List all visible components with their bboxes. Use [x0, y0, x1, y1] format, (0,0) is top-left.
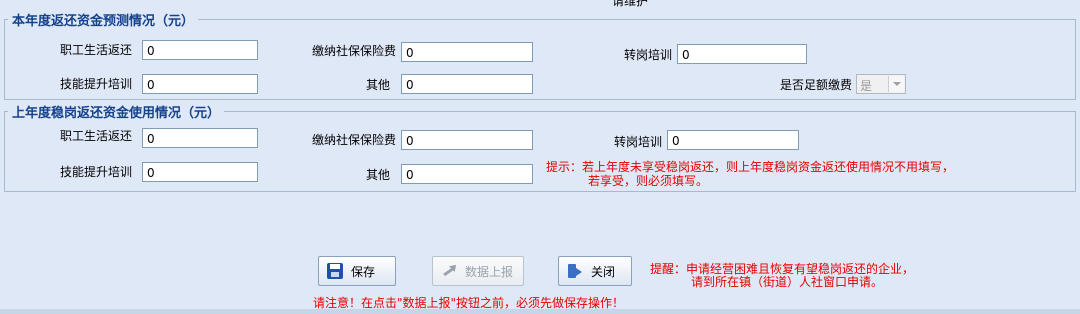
cur-other-input[interactable]: 0: [401, 74, 533, 94]
cur-skill-label: 技能提升培训: [59, 77, 132, 91]
cur-social-input[interactable]: 0: [401, 42, 533, 62]
save-button-label: 保存: [351, 264, 376, 279]
exit-icon: [567, 263, 583, 279]
save-notice: 请注意！在点击"数据上报"按钮之前，必须先做保存操作！: [313, 296, 625, 310]
bottom-bar: [0, 309, 1080, 314]
cur-living-label: 职工生活返还: [59, 43, 132, 57]
last-living-label: 职工生活返还: [59, 129, 132, 143]
upload-icon: [441, 263, 457, 279]
close-button[interactable]: 关闭: [558, 256, 632, 286]
last-social-label: 缴纳社保保险费: [311, 133, 396, 147]
last-transfer-input[interactable]: 0: [667, 130, 799, 150]
cur-living-input[interactable]: 0: [142, 40, 258, 60]
last-year-hint-line2: 若享受，则必须填写。: [588, 174, 709, 188]
cur-transfer-input[interactable]: 0: [677, 44, 807, 64]
top-cut-text: 请维护: [612, 0, 649, 8]
cur-other-label: 其他: [365, 78, 390, 92]
save-button[interactable]: 保存: [318, 256, 396, 286]
cur-skill-input[interactable]: 0: [142, 74, 258, 94]
last-skill-input[interactable]: 0: [142, 162, 258, 182]
last-year-legend: 上年度稳岗返还资金使用情况（元）: [8, 102, 225, 121]
current-year-legend: 本年度返还资金预测情况（元）: [8, 10, 199, 29]
last-transfer-label: 转岗培训: [613, 135, 662, 149]
last-living-input[interactable]: 0: [142, 128, 258, 148]
reminder-line2: 请到所在镇（街道）人社窗口申请。: [691, 275, 884, 289]
full-payment-label: 是否足额缴费: [779, 78, 852, 92]
full-payment-value: 是: [860, 79, 873, 93]
last-other-label: 其他: [365, 168, 390, 182]
top-strip: 请维护: [0, 0, 1080, 10]
data-upload-button[interactable]: 数据上报: [432, 256, 524, 286]
cur-transfer-label: 转岗培训: [623, 48, 672, 62]
last-skill-label: 技能提升培训: [59, 165, 132, 179]
last-social-input[interactable]: 0: [401, 130, 533, 150]
full-payment-select[interactable]: 是: [856, 74, 906, 94]
data-upload-button-label: 数据上报: [465, 264, 514, 279]
chevron-down-icon[interactable]: [888, 76, 904, 92]
last-year-hint-line1: 提示：若上年度未享受稳岗返还，则上年度稳岗资金返还使用情况不用填写，: [546, 160, 955, 174]
close-button-label: 关闭: [591, 264, 616, 279]
reminder-line1: 提醒：申请经营困难且恢复有望稳岗返还的企业，: [650, 262, 915, 276]
last-other-input[interactable]: 0: [401, 164, 533, 184]
save-icon: [327, 263, 343, 279]
cur-social-label: 缴纳社保保险费: [311, 44, 396, 58]
